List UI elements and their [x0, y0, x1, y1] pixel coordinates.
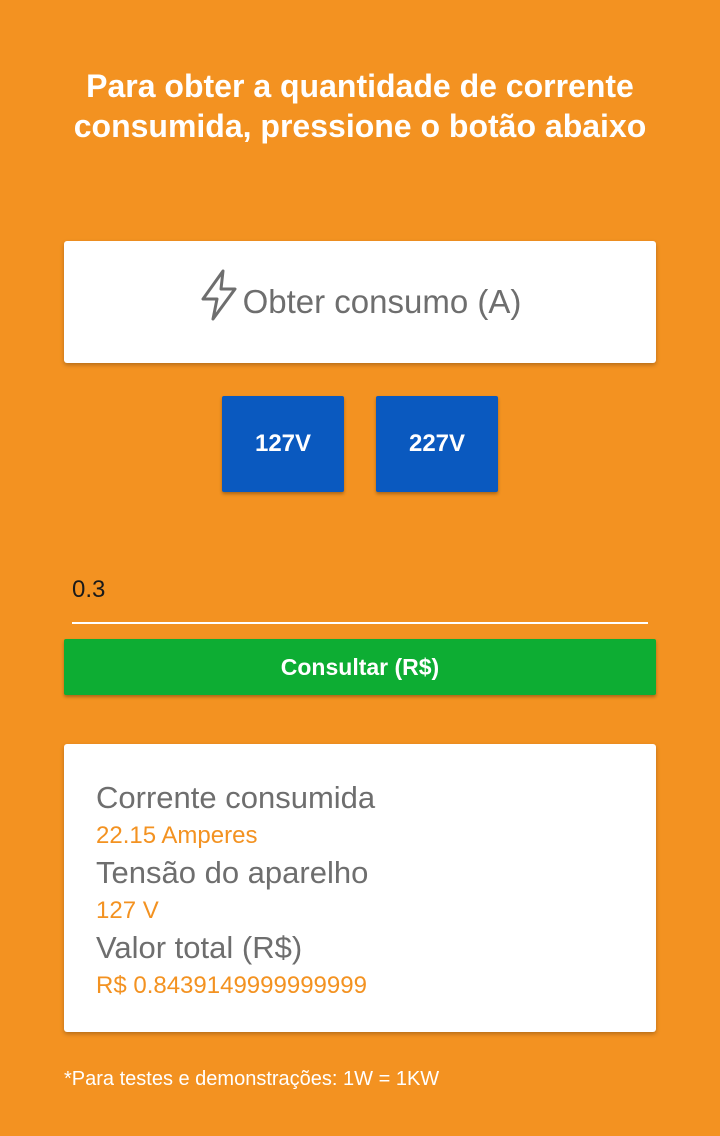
get-consumption-button[interactable]: Obter consumo (A) [64, 241, 656, 363]
device-voltage-value: 127 V [96, 897, 159, 924]
total-value-value: R$ 0.8439149999999999 [96, 972, 367, 999]
current-consumed-value: 22.15 Amperes [96, 822, 258, 849]
current-consumed-label: Corrente consumida [96, 780, 376, 815]
page-title: Para obter a quantidade de corrente cons… [73, 68, 647, 144]
lightning-bolt-icon [201, 269, 237, 321]
device-voltage-label: Tensão do aparelho [96, 855, 369, 890]
consult-button[interactable]: Consultar (R$) [64, 639, 656, 695]
total-value-label: Valor total (R$) [96, 930, 303, 965]
voltage-127-button[interactable]: 127V [222, 396, 344, 492]
footnote: *Para testes e demonstrações: 1W = 1KW [64, 1068, 440, 1090]
get-consumption-label: Obter consumo (A) [242, 283, 522, 320]
value-input[interactable] [72, 566, 648, 614]
results-card: Corrente consumida 22.15 Amperes Tensão … [64, 744, 656, 1032]
voltage-227-button[interactable]: 227V [376, 396, 498, 492]
value-input-container [72, 566, 648, 624]
